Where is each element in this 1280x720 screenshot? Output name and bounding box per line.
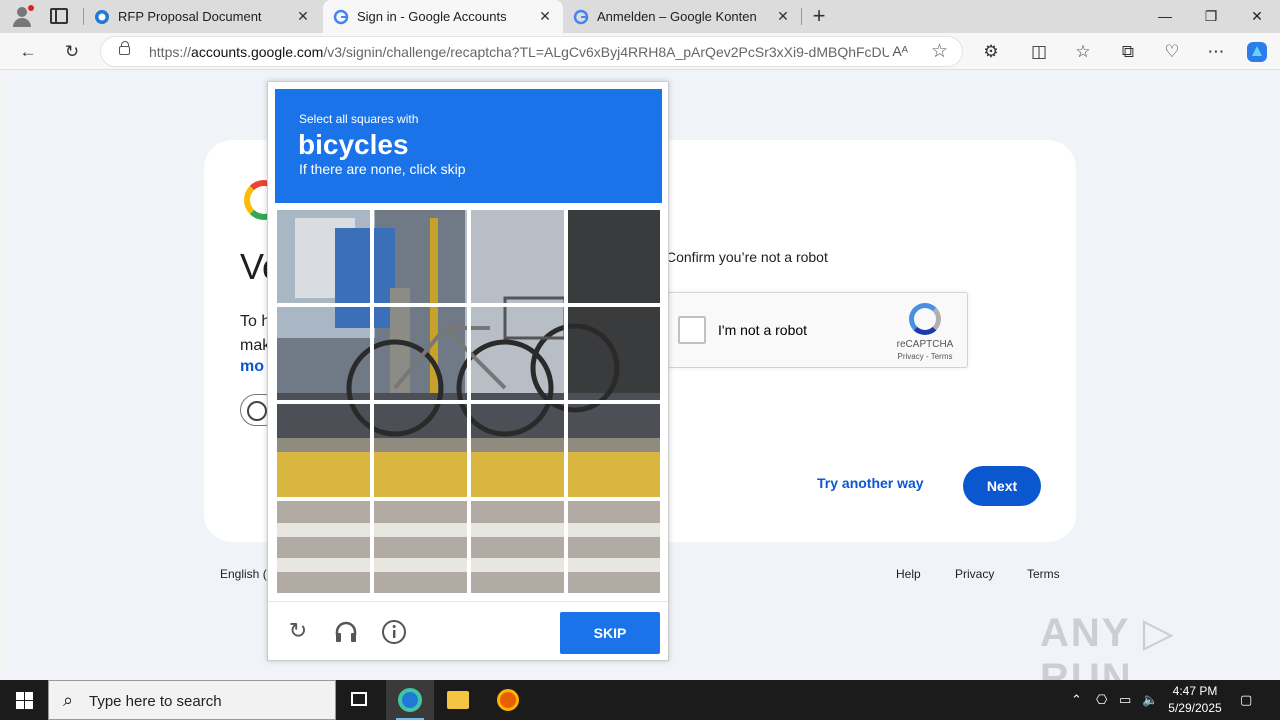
learn-more-link[interactable]: mo [240, 358, 264, 376]
google-g-icon [333, 9, 349, 24]
tab-title: Sign in - Google Accounts [357, 9, 507, 24]
description-text: To h mak [240, 313, 271, 354]
lock-icon[interactable] [119, 41, 130, 55]
challenge-footer: ↻ SKIP [268, 601, 668, 661]
confirm-label: Confirm you’re not a robot [666, 249, 828, 265]
minimize-button[interactable]: — [1142, 0, 1188, 33]
browser-essentials-icon[interactable]: ♡ [1159, 39, 1185, 65]
terms-link[interactable]: Terms [1027, 567, 1060, 581]
task-view-icon[interactable] [336, 680, 384, 720]
skip-button[interactable]: SKIP [560, 612, 660, 654]
challenge-tile[interactable] [275, 499, 372, 595]
recaptcha-checkbox[interactable] [678, 316, 706, 344]
challenge-tile[interactable] [566, 208, 662, 305]
challenge-tile[interactable] [566, 402, 662, 499]
volume-icon[interactable]: 🔈 [1142, 692, 1158, 708]
tab-google-anmelden[interactable]: Anmelden – Google Konten ✕ [563, 0, 801, 33]
file-explorer-icon[interactable] [434, 680, 482, 720]
new-tab-button[interactable]: + [808, 3, 830, 29]
try-another-way-button[interactable]: Try another way [817, 475, 924, 491]
system-clock[interactable]: 4:47 PM 5/29/2025 [1160, 683, 1230, 717]
copilot-icon[interactable] [1245, 40, 1269, 64]
profile-icon[interactable] [10, 5, 34, 29]
recaptcha-checkbox-label: I'm not a robot [718, 322, 808, 338]
tab-strip: RFP Proposal Document ✕ Sign in - Google… [0, 0, 1280, 33]
more-menu-icon[interactable]: ⋯ [1203, 39, 1229, 65]
reload-challenge-icon[interactable]: ↻ [285, 618, 311, 644]
challenge-tile[interactable] [372, 499, 469, 595]
challenge-target: bicycles [298, 129, 409, 160]
split-screen-icon[interactable]: ◫ [1026, 39, 1052, 65]
challenge-hint: If there are none, click skip [299, 161, 466, 177]
start-button[interactable] [0, 680, 48, 720]
challenge-tile[interactable] [372, 208, 469, 305]
google-g-icon [573, 9, 589, 24]
challenge-header: Select all squares with bicycles If ther… [275, 89, 662, 203]
privacy-link[interactable]: Privacy [955, 567, 994, 581]
collections-icon[interactable]: ⧉ [1115, 39, 1141, 65]
tab-title: Anmelden – Google Konten [597, 9, 757, 24]
language-selector[interactable]: English ( [220, 567, 267, 581]
tab-actions-icon[interactable] [50, 8, 68, 24]
extensions-icon[interactable]: ⚙ [978, 39, 1004, 65]
search-icon: ⌕ [63, 690, 74, 710]
url-text[interactable]: https://accounts.google.com/v3/signin/ch… [149, 44, 889, 60]
search-placeholder: Type here to search [89, 693, 222, 710]
meet-now-icon[interactable]: ⎔ [1096, 692, 1107, 708]
back-icon[interactable]: ← [15, 39, 41, 65]
challenge-tile[interactable] [469, 305, 566, 402]
challenge-tile[interactable] [469, 499, 566, 595]
recaptcha-links[interactable]: Privacy - Terms [893, 352, 957, 361]
tab-google-signin[interactable]: Sign in - Google Accounts ✕ [323, 0, 563, 33]
close-tab-icon[interactable]: ✕ [773, 8, 793, 25]
close-tab-icon[interactable]: ✕ [535, 8, 555, 25]
challenge-tile[interactable] [275, 305, 372, 402]
read-aloud-icon[interactable]: Aᴬ [892, 43, 908, 59]
recaptcha-widget: I'm not a robot reCAPTCHA Privacy - Term… [664, 292, 968, 368]
recaptcha-logo-icon [909, 303, 941, 335]
favorite-star-icon[interactable]: ☆ [931, 40, 948, 63]
challenge-instruction: Select all squares with [299, 112, 419, 126]
next-button[interactable]: Next [963, 466, 1041, 506]
challenge-image-grid [275, 208, 662, 595]
info-icon[interactable] [381, 619, 407, 645]
edge-page-icon [95, 9, 109, 24]
close-window-button[interactable]: ✕ [1234, 0, 1280, 33]
close-tab-icon[interactable]: ✕ [293, 8, 313, 25]
tab-title: RFP Proposal Document [118, 9, 262, 24]
taskbar-search[interactable]: ⌕ Type here to search [48, 680, 336, 720]
edge-taskbar-icon[interactable] [386, 680, 434, 720]
recaptcha-brand: reCAPTCHA [896, 339, 954, 350]
avatar-icon [247, 401, 267, 421]
audio-challenge-icon[interactable] [333, 619, 359, 645]
favorites-icon[interactable]: ☆ [1070, 39, 1096, 65]
reload-icon[interactable]: ↻ [59, 39, 85, 65]
challenge-tile[interactable] [566, 305, 662, 402]
recaptcha-challenge-popup: Select all squares with bicycles If ther… [267, 81, 669, 661]
tab-rfp[interactable]: RFP Proposal Document ✕ [84, 0, 321, 33]
firefox-icon[interactable] [484, 680, 532, 720]
help-link[interactable]: Help [896, 567, 921, 581]
challenge-tile[interactable] [372, 305, 469, 402]
url-field[interactable]: https://accounts.google.com/v3/signin/ch… [100, 36, 963, 67]
show-hidden-icons-icon[interactable]: ⌃ [1071, 692, 1082, 708]
challenge-tile[interactable] [275, 208, 372, 305]
notifications-icon[interactable]: ▢ [1240, 692, 1252, 708]
maximize-button[interactable]: ❐ [1188, 0, 1234, 33]
challenge-tile[interactable] [372, 402, 469, 499]
address-bar-row: ← ↻ https://accounts.google.com/v3/signi… [0, 33, 1280, 70]
challenge-tile[interactable] [469, 208, 566, 305]
network-icon[interactable]: ▭ [1119, 692, 1131, 708]
challenge-tile[interactable] [469, 402, 566, 499]
challenge-tile[interactable] [566, 499, 662, 595]
challenge-tile[interactable] [275, 402, 372, 499]
taskbar: ⌕ Type here to search ⌃ ⎔ ▭ 🔈 4:47 PM 5/2… [0, 680, 1280, 720]
